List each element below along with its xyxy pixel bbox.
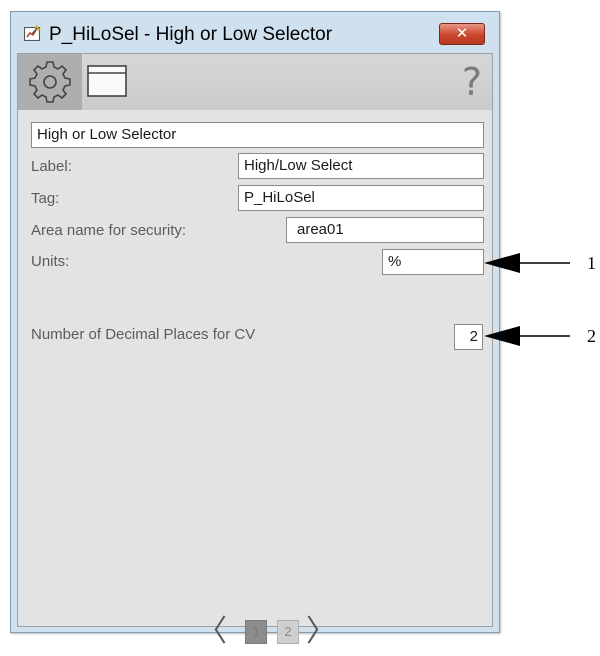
callout-number-2: 2 [587,326,596,346]
callout-number-1: 1 [587,253,596,273]
callout-arrow-2 [484,326,570,346]
callout-arrows [484,253,570,346]
callout-arrow-1 [484,253,570,273]
